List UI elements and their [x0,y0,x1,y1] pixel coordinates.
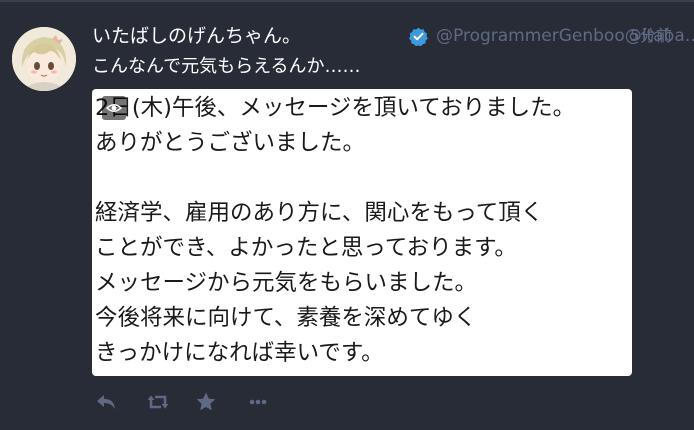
media-text-line: きっかけになれば幸いです。 [95,340,384,366]
boost-icon [147,395,169,409]
media-text-line: ことができ、よかったと思っております。 [95,235,517,261]
status-timestamp[interactable]: 5分前 [630,22,672,50]
display-name[interactable]: いたばしのげんちゃん。 [92,22,301,50]
status-action-bar [92,388,392,416]
media-text-line: 2日(木)午後、メッセージを頂いておりました。 [95,95,576,121]
boost-button[interactable] [144,388,172,416]
favourite-button[interactable] [192,388,220,416]
eye-icon [106,104,122,112]
star-icon [196,392,216,411]
status-header: いたばしのげんちゃん。 @ProgrammerGenboo@itabashi.0… [92,22,694,50]
media-text-line: 今後将来に向けて、素養を深めてゆく [95,305,477,331]
avatar-image [12,27,76,91]
top-divider [0,0,694,2]
status-content: こんなんで元気もらえるんか…… [92,56,361,77]
reply-button[interactable] [92,388,120,416]
ellipsis-icon [249,399,267,405]
media-text-line: ありがとうございました。 [95,130,366,156]
media-text-line: 経済学、雇用のあり方に、関心をもって頂く [95,200,544,226]
media-text-line [95,161,631,196]
media-visibility-toggle[interactable] [102,96,126,120]
reply-icon [97,395,115,409]
media-image-text: 2日(木)午後、メッセージを頂いておりました。 ありがとうございました。 経済学… [95,91,631,371]
more-options-button[interactable] [244,388,272,416]
avatar[interactable] [12,27,76,91]
media-attachment[interactable]: 2日(木)午後、メッセージを頂いておりました。 ありがとうございました。 経済学… [92,89,632,376]
verified-badge-icon [409,27,428,47]
media-text-line: メッセージから元気をもらいました。 [95,270,478,296]
